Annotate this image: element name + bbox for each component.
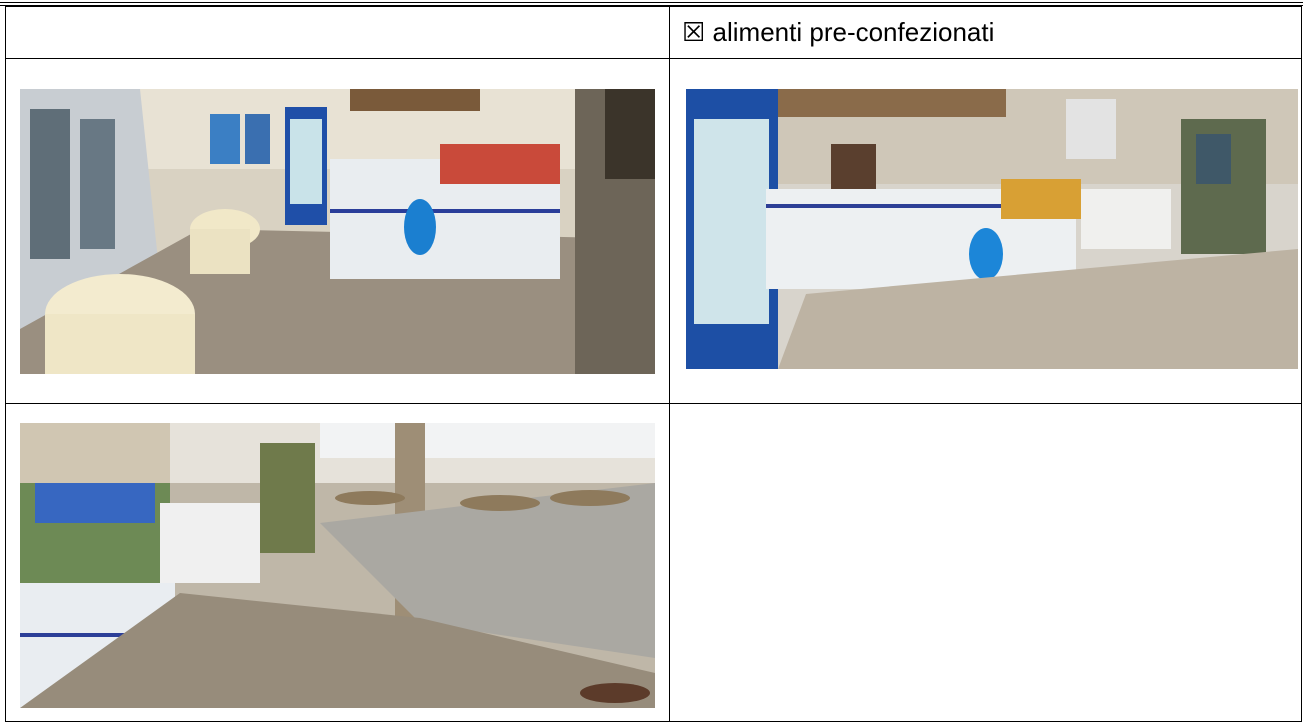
header-rule-top [0, 2, 1303, 3]
table-row [5, 58, 1302, 404]
bar-interior-photo [20, 89, 655, 374]
checked-box-icon: ☒ [682, 17, 706, 47]
category-label: alimenti pre-confezionati [712, 17, 995, 47]
photo-cell [5, 403, 670, 722]
table-row: ☒ alimenti pre-confezionati [5, 6, 1302, 59]
terrace-seating-photo [20, 423, 655, 708]
empty-header-cell [5, 6, 670, 59]
checkbox-cell: ☒ alimenti pre-confezionati [669, 6, 1302, 59]
photo-cell [5, 58, 670, 404]
table-row [5, 403, 1302, 722]
empty-cell [669, 403, 1302, 722]
checkbox-label: ☒ alimenti pre-confezionati [670, 7, 1301, 58]
photo-cell [669, 58, 1302, 404]
document-table: ☒ alimenti pre-confezionati [5, 6, 1302, 722]
bar-counter-photo [686, 89, 1298, 369]
